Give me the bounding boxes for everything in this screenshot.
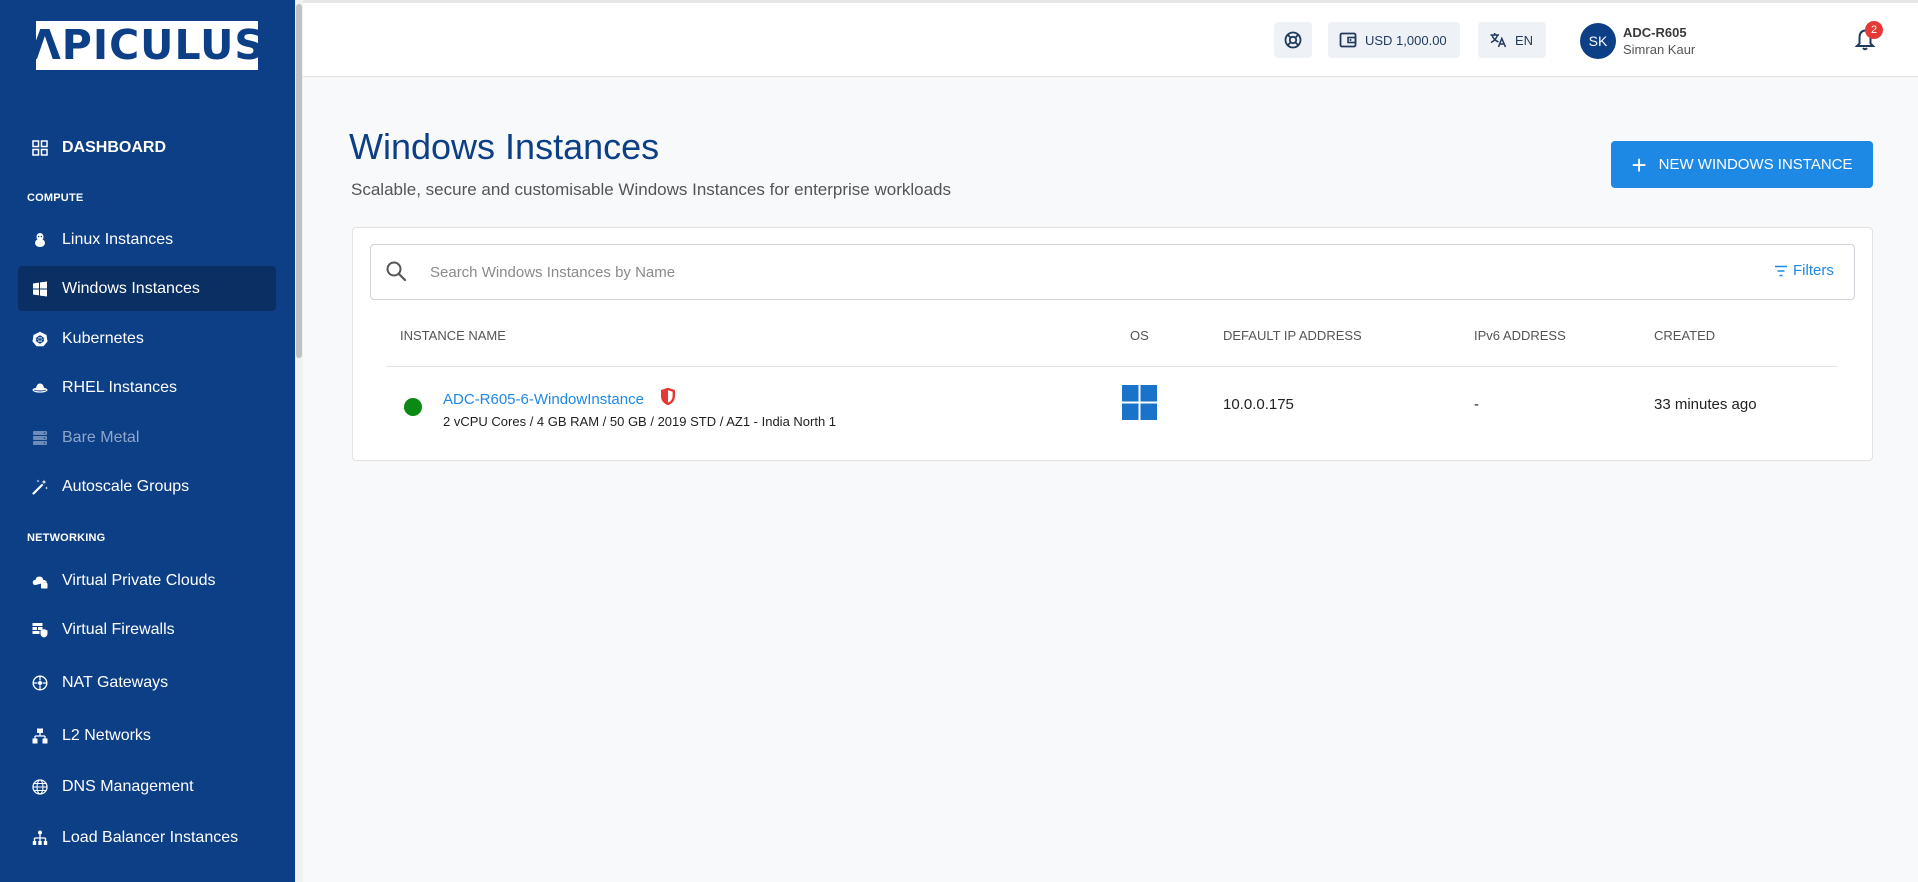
- translate-icon: [1490, 33, 1507, 48]
- search-input[interactable]: [430, 256, 1730, 288]
- sidebar-item-load-balancer-instances[interactable]: Load Balancer Instances: [18, 815, 276, 860]
- section-label-networking: NETWORKING: [27, 532, 106, 544]
- plus-icon: +: [1631, 149, 1647, 180]
- sidebar-item-dns-management[interactable]: DNS Management: [18, 764, 276, 809]
- filters-label: Filters: [1793, 262, 1834, 279]
- sidebar-item-label: NAT Gateways: [62, 673, 169, 691]
- search-icon: [386, 261, 407, 282]
- dashboard-icon: [32, 139, 48, 156]
- sidebar-item-label: Windows Instances: [62, 279, 200, 297]
- language-code: EN: [1515, 32, 1534, 48]
- language-selector[interactable]: EN: [1478, 22, 1546, 58]
- sidebar-item-label: Load Balancer Instances: [62, 828, 239, 846]
- column-header-ipv6[interactable]: IPv6 ADDRESS: [1474, 328, 1566, 343]
- filters-button[interactable]: Filters: [1774, 262, 1834, 279]
- lifebuoy-icon: [1284, 31, 1302, 49]
- sidebar-item-label: DNS Management: [62, 777, 194, 795]
- windows-logo-icon: [1122, 385, 1157, 420]
- nat-icon: [32, 674, 48, 691]
- cloud-lock-icon: [32, 573, 48, 589]
- default-ip-cell: 10.0.0.175: [1223, 396, 1294, 413]
- sidebar-item-label: Linux Instances: [62, 230, 174, 248]
- column-header-created[interactable]: CREATED: [1654, 328, 1715, 343]
- sidebar-item-windows-instances[interactable]: Windows Instances: [18, 266, 276, 311]
- sidebar-item-virtual-private-clouds[interactable]: Virtual Private Clouds: [18, 558, 276, 603]
- sidebar-item-label: DASHBOARD: [62, 138, 166, 156]
- sidebar-item-label: Kubernetes: [62, 329, 144, 347]
- load-balancer-icon: [32, 830, 48, 846]
- user-name[interactable]: Simran Kaur: [1623, 42, 1695, 57]
- sidebar-item-label: Bare Metal: [62, 428, 140, 446]
- kubernetes-icon: [32, 331, 48, 347]
- network-icon: [32, 728, 48, 744]
- magic-wand-icon: [32, 479, 48, 495]
- sidebar-item-label: L2 Networks: [62, 726, 151, 744]
- sidebar-item-dashboard[interactable]: DASHBOARD: [18, 125, 276, 170]
- sidebar-scrollbar[interactable]: [295, 0, 303, 882]
- created-cell: 33 minutes ago: [1654, 396, 1757, 413]
- new-windows-instance-button[interactable]: + NEW WINDOWS INSTANCE: [1611, 141, 1873, 188]
- windows-icon: [32, 281, 48, 297]
- logo-text: ΛPICULUS: [29, 21, 265, 69]
- column-header-instance-name[interactable]: INSTANCE NAME: [400, 328, 506, 343]
- wallet-icon: [1339, 32, 1357, 48]
- sidebar-item-l2-networks[interactable]: L2 Networks: [18, 713, 276, 758]
- linux-icon: [32, 232, 48, 248]
- sidebar-item-label: Autoscale Groups: [62, 477, 190, 495]
- sidebar-item-label: RHEL Instances: [62, 378, 178, 396]
- ipv6-cell: -: [1474, 396, 1479, 413]
- wallet-balance-button[interactable]: USD 1,000.00: [1328, 22, 1460, 58]
- redhat-icon: [32, 380, 48, 396]
- sidebar-item-nat-gateways[interactable]: NAT Gateways: [18, 660, 276, 705]
- shield-icon: [661, 387, 675, 406]
- instance-name-link[interactable]: ADC-R605-6-WindowInstance: [443, 391, 644, 408]
- status-indicator: [404, 398, 422, 416]
- sidebar-scrollbar-thumb[interactable]: [296, 4, 302, 358]
- sidebar-item-label: Virtual Private Clouds: [62, 571, 216, 589]
- sidebar-item-autoscale-groups[interactable]: Autoscale Groups: [18, 464, 276, 509]
- firewall-icon: [32, 622, 48, 638]
- sidebar-item-virtual-firewalls[interactable]: Virtual Firewalls: [18, 607, 276, 652]
- sidebar-item-kubernetes[interactable]: Kubernetes: [18, 316, 276, 361]
- sidebar-item-label: Virtual Firewalls: [62, 620, 175, 638]
- page-subtitle: Scalable, secure and customisable Window…: [351, 180, 952, 199]
- section-label-compute: COMPUTE: [27, 192, 84, 204]
- help-button[interactable]: [1274, 22, 1312, 58]
- header-divider: [386, 366, 1837, 367]
- sidebar-item-bare-metal[interactable]: Bare Metal: [18, 415, 276, 460]
- column-header-default-ip[interactable]: DEFAULT IP ADDRESS: [1223, 328, 1362, 343]
- sidebar-item-rhel-instances[interactable]: RHEL Instances: [18, 365, 276, 410]
- wallet-balance: USD 1,000.00: [1365, 32, 1447, 48]
- sidebar-item-linux-instances[interactable]: Linux Instances: [18, 217, 276, 262]
- page-title: Windows Instances: [349, 126, 660, 167]
- filter-icon: [1775, 265, 1787, 276]
- server-icon: [32, 430, 48, 446]
- instance-spec: 2 vCPU Cores / 4 GB RAM / 50 GB / 2019 S…: [443, 414, 837, 429]
- avatar[interactable]: SK: [1580, 23, 1616, 59]
- apiculus-logo[interactable]: ΛPICULUS: [29, 21, 264, 70]
- new-button-label: NEW WINDOWS INSTANCE: [1658, 156, 1853, 173]
- globe-icon: [32, 778, 48, 795]
- sidebar: ΛPICULUS DASHBOARD COMPUTE Linux Instanc…: [0, 0, 295, 882]
- notification-badge: 2: [1865, 21, 1883, 39]
- account-name[interactable]: ADC-R605: [1623, 25, 1687, 40]
- column-header-os[interactable]: OS: [1130, 328, 1149, 343]
